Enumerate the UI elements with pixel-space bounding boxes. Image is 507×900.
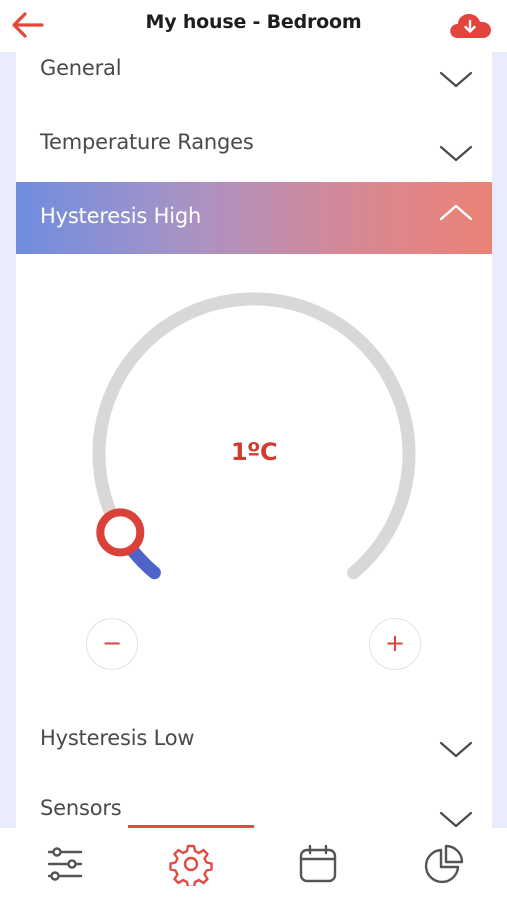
dial-value: 1ºC [230,438,278,466]
decrement-button[interactable]: − [86,618,138,670]
pie-chart-icon[interactable] [422,842,466,886]
section-hysteresis-high[interactable]: Hysteresis High [16,182,492,254]
chevron-down-icon [439,71,473,88]
section-sensors-label: Sensors [40,796,122,820]
section-hysteresis-low-label: Hysteresis Low [40,726,195,750]
section-sensors[interactable]: Sensors [16,794,492,828]
section-general[interactable]: General [16,52,492,112]
section-temperature-ranges[interactable]: Temperature Ranges [16,126,492,186]
calendar-icon[interactable] [296,842,340,886]
dial-knob[interactable] [96,508,145,557]
section-hysteresis-low[interactable]: Hysteresis Low [16,722,492,782]
gear-icon[interactable] [169,842,213,886]
chevron-down-icon [439,145,473,162]
chevron-down-icon [439,811,473,828]
page-title: My house - Bedroom [145,11,362,33]
section-general-label: General [40,56,122,80]
section-hysteresis-high-label: Hysteresis High [40,204,202,228]
bottom-nav [0,828,507,900]
app-header: My house - Bedroom [0,0,507,52]
sliders-icon[interactable] [43,842,87,886]
chevron-down-icon [439,741,473,758]
section-temperature-ranges-label: Temperature Ranges [40,130,254,154]
increment-button[interactable]: + [369,618,421,670]
chevron-up-icon [439,204,473,221]
cloud-download-icon[interactable] [446,10,494,42]
